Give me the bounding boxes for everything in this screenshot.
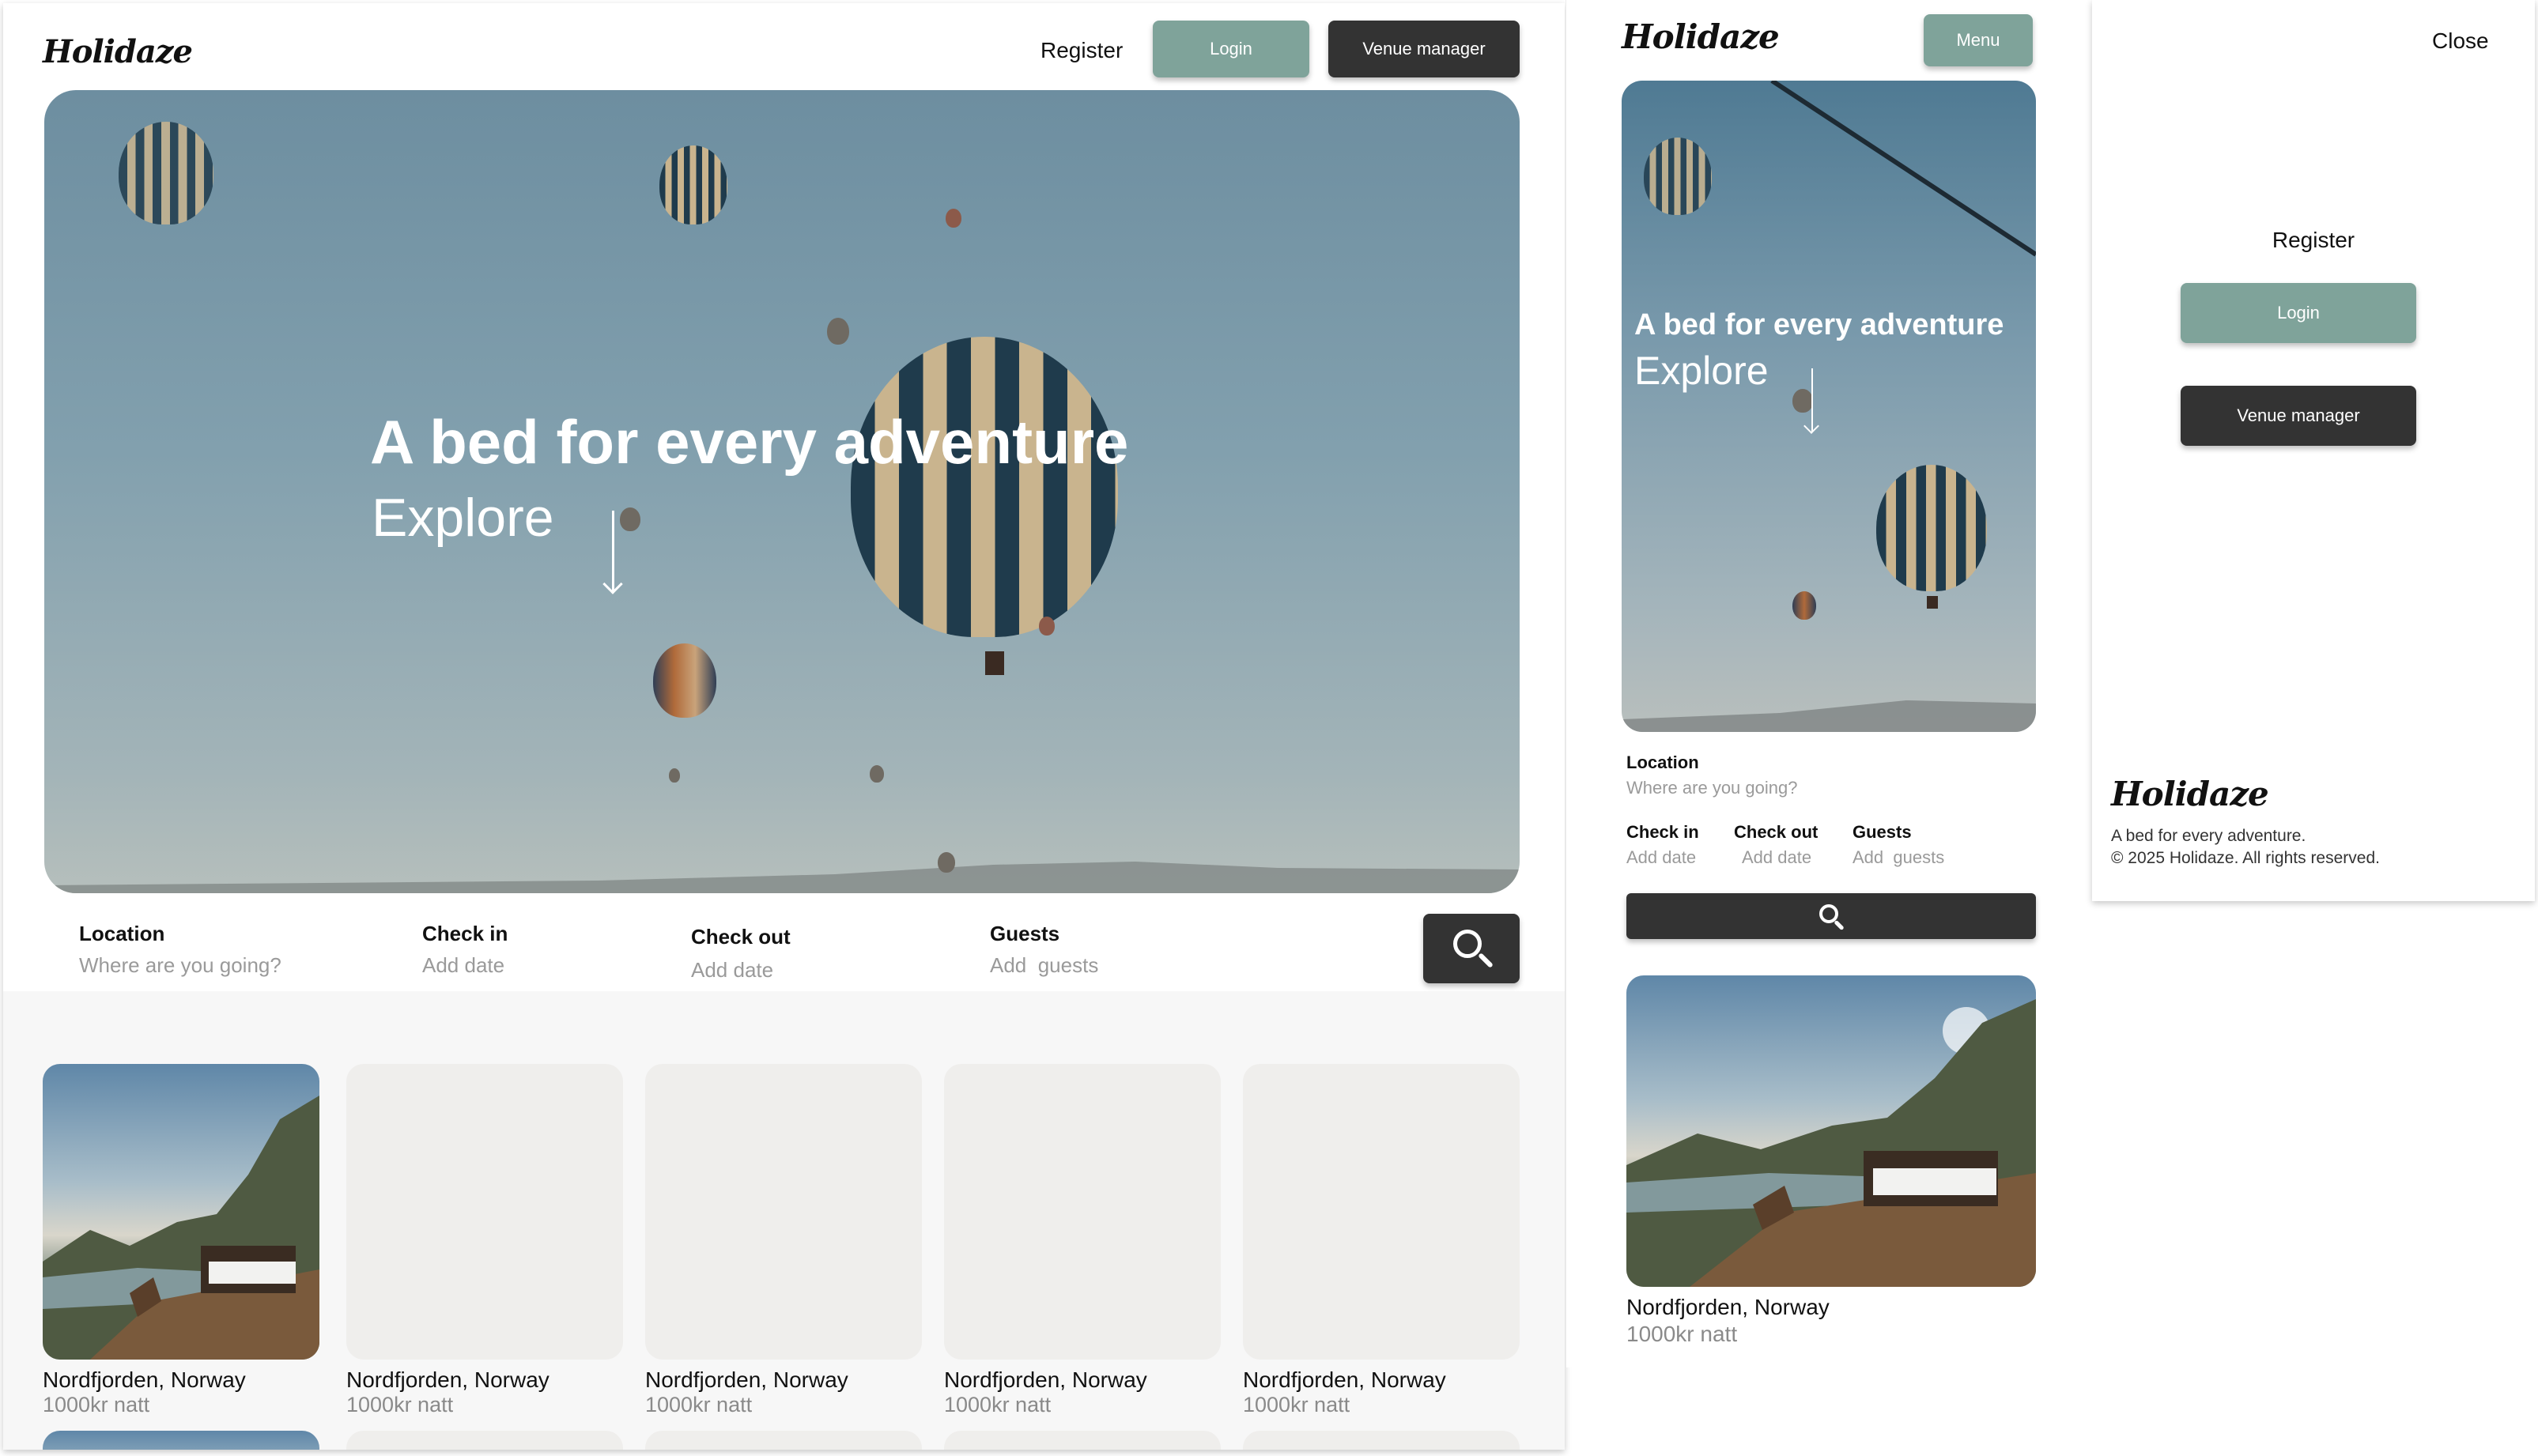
footer-tagline: A bed for every adventure. — [2111, 827, 2306, 845]
balloon — [946, 209, 961, 228]
listing-image[interactable] — [1626, 975, 2036, 1287]
balloon — [851, 337, 1118, 637]
listing-title[interactable]: Nordfjorden, Norway — [944, 1367, 1147, 1393]
hero-image: A bed for every adventure Explore — [44, 90, 1520, 893]
listings-section: Nordfjorden, Norway 1000kr natt Nordfjor… — [3, 991, 1565, 1450]
location-label: Location — [79, 922, 165, 945]
login-button[interactable]: Login — [1153, 21, 1309, 77]
checkin-label: Check in — [1626, 822, 1699, 842]
balloon — [1039, 617, 1055, 636]
checkout-label: Check out — [1734, 822, 1819, 842]
mountain-ridge — [44, 862, 1520, 893]
mountain-ridge — [1622, 700, 2036, 732]
listing-image[interactable] — [944, 1064, 1221, 1360]
logo[interactable]: Holidaze — [1622, 17, 1780, 56]
balloon — [1792, 591, 1816, 620]
listing-title[interactable]: Nordfjorden, Norway — [645, 1367, 848, 1393]
listing-image[interactable] — [1243, 1431, 1520, 1450]
listing-price: 1000kr natt — [944, 1393, 1052, 1416]
desktop-frame: Holidaze Register Login Venue manager A … — [3, 3, 1565, 1450]
mobile-menu-frame: Close Register Login Venue manager Holid… — [2092, 0, 2535, 901]
hero-title: A bed for every adventure — [370, 407, 1129, 477]
search-icon-handle — [1478, 952, 1494, 968]
register-link[interactable]: Register — [2092, 228, 2535, 253]
hero-subtitle[interactable]: Explore — [372, 487, 554, 549]
listing-title[interactable]: Nordfjorden, Norway — [1626, 1295, 1830, 1320]
balloon — [653, 643, 716, 718]
listing-image[interactable] — [645, 1431, 922, 1450]
balloon — [669, 768, 680, 783]
balloon-basket — [985, 651, 1004, 675]
listing-image[interactable] — [346, 1431, 623, 1450]
balloon-basket — [1927, 596, 1938, 609]
balloon — [870, 765, 884, 783]
listing-image[interactable] — [645, 1064, 922, 1360]
listing-image[interactable] — [346, 1064, 623, 1360]
arrow-down-head — [602, 574, 623, 594]
balloon — [1792, 389, 1813, 413]
listing-image[interactable] — [43, 1431, 319, 1450]
guests-input[interactable]: Add guests — [990, 953, 1098, 978]
footer-logo: Holidaze — [2111, 775, 2269, 813]
listing-title[interactable]: Nordfjorden, Norway — [1243, 1367, 1446, 1393]
location-input[interactable]: Where are you going? — [1626, 778, 1797, 798]
listing-price: 1000kr natt — [645, 1393, 753, 1416]
balloon — [119, 122, 213, 224]
footer-copyright: © 2025 Holidaze. All rights reserved. — [2111, 849, 2380, 867]
close-button[interactable]: Close — [2432, 28, 2489, 54]
listing-price: 1000kr natt — [1243, 1393, 1350, 1416]
listing-price: 1000kr natt — [43, 1393, 150, 1416]
listing-title[interactable]: Nordfjorden, Norway — [43, 1367, 246, 1393]
venue-manager-button[interactable]: Venue manager — [1328, 21, 1520, 77]
checkout-input[interactable]: Add date — [1742, 847, 1811, 868]
balloon — [659, 145, 727, 224]
balloon — [620, 507, 640, 531]
guests-input[interactable]: Add guests — [1853, 847, 1944, 868]
checkout-input[interactable]: Add date — [691, 958, 773, 983]
listing-image[interactable] — [944, 1431, 1221, 1450]
listing-price: 1000kr natt — [1626, 1322, 1738, 1346]
checkout-label: Check out — [691, 925, 791, 949]
listing-title[interactable]: Nordfjorden, Norway — [346, 1367, 550, 1393]
search-icon-handle — [1834, 919, 1845, 931]
checkin-label: Check in — [422, 922, 508, 945]
guests-label: Guests — [1853, 822, 1912, 842]
hero-subtitle[interactable]: Explore — [1634, 348, 1769, 394]
menu-button[interactable]: Menu — [1924, 14, 2033, 66]
checkin-input[interactable]: Add date — [422, 953, 504, 978]
listing-image[interactable] — [1243, 1064, 1520, 1360]
search-icon — [1453, 930, 1482, 958]
balloon — [1644, 138, 1712, 215]
logo[interactable]: Holidaze — [43, 33, 193, 70]
location-input[interactable]: Where are you going? — [79, 953, 281, 978]
checkin-input[interactable]: Add date — [1626, 847, 1696, 868]
listing-image[interactable] — [43, 1064, 319, 1360]
balloon — [1876, 465, 1987, 591]
balloon — [827, 318, 849, 345]
mobile-frame: Holidaze Menu A bed for every adventure … — [1565, 0, 2053, 1367]
hero-title: A bed for every adventure — [1634, 308, 2004, 341]
guests-label: Guests — [990, 922, 1060, 945]
venue-manager-button[interactable]: Venue manager — [2181, 386, 2416, 446]
listing-price: 1000kr natt — [346, 1393, 454, 1416]
register-link[interactable]: Register — [1041, 38, 1123, 63]
balloon — [938, 852, 955, 873]
location-label: Location — [1626, 753, 1699, 772]
login-button[interactable]: Login — [2181, 283, 2416, 343]
search-button[interactable] — [1626, 893, 2036, 939]
hero-image: A bed for every adventure Explore — [1622, 81, 2036, 732]
search-button[interactable] — [1423, 914, 1520, 983]
